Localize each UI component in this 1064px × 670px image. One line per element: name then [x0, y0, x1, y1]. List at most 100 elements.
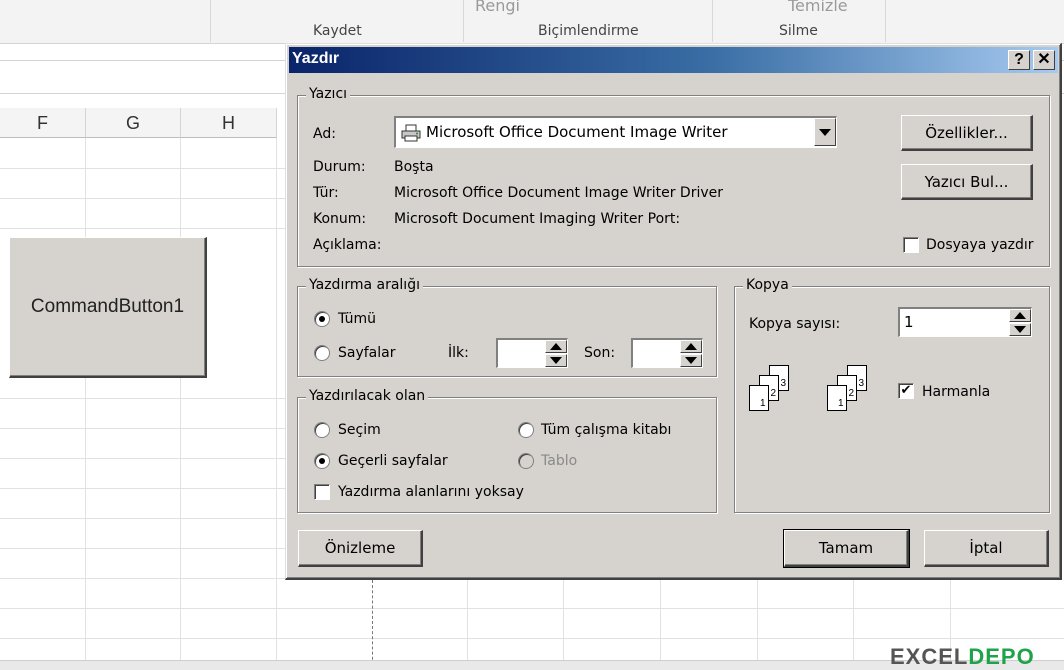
close-button[interactable]: ✕	[1033, 50, 1055, 70]
page-break-line	[372, 580, 373, 670]
gridline	[290, 638, 1064, 639]
collate-pages-icon-2: 3 2 1	[827, 365, 877, 421]
ribbon-separator	[210, 0, 211, 42]
range-to-spinner[interactable]	[631, 338, 703, 368]
range-from-spin-buttons[interactable]	[545, 340, 567, 367]
print-range-legend: Yazdırma aralığı	[306, 277, 423, 293]
copies-count-value[interactable]: 1	[904, 313, 914, 331]
page-number: 3	[780, 378, 786, 389]
range-pages-label: Sayfalar	[338, 345, 396, 361]
printer-location-label: Konum:	[313, 211, 367, 227]
command-button-1[interactable]: CommandButton1	[9, 237, 207, 378]
page-number: 1	[760, 398, 766, 409]
cancel-button[interactable]: İptal	[924, 530, 1049, 567]
gridline	[0, 548, 290, 549]
column-header-f[interactable]: F	[0, 108, 86, 138]
printer-type-value: Microsoft Office Document Image Writer D…	[394, 185, 723, 201]
gridline	[0, 198, 290, 199]
gridline	[180, 138, 181, 660]
properties-button[interactable]: Özellikler...	[901, 115, 1033, 151]
dialog-title: Yazdır	[292, 50, 340, 67]
printer-status-label: Durum:	[313, 159, 366, 175]
ribbon-text-rengi[interactable]: Rengi	[475, 0, 520, 15]
gridline	[0, 488, 290, 489]
ribbon-separator	[712, 0, 713, 42]
gridline	[0, 638, 290, 639]
page-number: 2	[770, 388, 776, 399]
watermark-part1: EXCEL	[890, 644, 969, 669]
checkmark-icon: ✔	[900, 383, 912, 398]
copies-legend: Kopya	[743, 277, 792, 293]
column-header-h[interactable]: H	[181, 108, 277, 138]
range-from-label: İlk:	[448, 345, 469, 361]
range-to-down-icon[interactable]	[680, 354, 702, 367]
print-active-sheets-label: Geçerli sayfalar	[338, 453, 448, 469]
copies-count-spin-buttons[interactable]	[1009, 309, 1031, 336]
ribbon-separator	[885, 0, 886, 42]
watermark-logo: EXCELDEPO	[890, 644, 1035, 670]
gridline	[0, 428, 290, 429]
print-entire-workbook-radio[interactable]	[518, 422, 534, 438]
ok-button[interactable]: Tamam	[783, 529, 910, 568]
ribbon-text-temizle[interactable]: Temizle	[788, 0, 848, 15]
range-to-up-icon[interactable]	[680, 340, 702, 353]
gridline	[0, 398, 290, 399]
gridline	[85, 138, 86, 660]
page-number: 3	[858, 378, 864, 389]
gridline	[0, 608, 290, 609]
copies-count-label: Kopya sayısı:	[749, 316, 841, 332]
print-selection-label: Seçim	[338, 422, 381, 438]
copies-down-icon[interactable]	[1009, 323, 1031, 336]
printer-group: Yazıcı Ad: Microsoft Office Document Ima…	[297, 86, 1050, 267]
gridline	[757, 580, 758, 660]
printer-type-label: Tür:	[313, 185, 339, 201]
print-range-group: Yazdırma aralığı Tümü Sayfalar İlk: Son:	[297, 277, 717, 377]
find-printer-button[interactable]: Yazıcı Bul...	[901, 164, 1033, 200]
close-icon: ✕	[1037, 51, 1051, 68]
ribbon-group-silme: Silme	[779, 23, 818, 39]
preview-button[interactable]: Önizleme	[298, 530, 423, 567]
help-button[interactable]: ?	[1008, 50, 1030, 70]
range-all-label: Tümü	[338, 311, 377, 327]
print-active-sheets-radio[interactable]	[314, 453, 330, 469]
printer-status-value: Boşta	[394, 159, 434, 175]
print-what-legend: Yazdırılacak olan	[306, 388, 429, 404]
ribbon-group-kaydet: Kaydet	[313, 23, 362, 39]
gridline	[0, 578, 290, 579]
copies-count-spinner[interactable]: 1	[898, 307, 1032, 337]
gridline	[0, 458, 290, 459]
print-to-file-checkbox[interactable]	[903, 237, 919, 253]
range-to-label: Son:	[584, 345, 616, 361]
gridline	[660, 580, 661, 660]
printer-select[interactable]: Microsoft Office Document Image Writer	[394, 116, 837, 148]
ribbon: Rengi Temizle Kaydet Biçimlendirme Silme	[0, 0, 1064, 44]
print-what-group: Yazdırılacak olan Seçim Tüm çalışma kita…	[297, 388, 717, 513]
chevron-down-icon	[819, 128, 831, 136]
ribbon-group-bicimlendirme: Biçimlendirme	[538, 23, 639, 39]
ignore-print-areas-label: Yazdırma alanlarını yoksay	[338, 484, 524, 500]
ignore-print-areas-checkbox[interactable]	[314, 484, 330, 500]
range-from-down-icon[interactable]	[545, 354, 567, 367]
print-selection-radio[interactable]	[314, 422, 330, 438]
range-to-spin-buttons[interactable]	[680, 340, 702, 367]
dialog-titlebar[interactable]: Yazdır ? ✕	[289, 47, 1058, 73]
printer-group-legend: Yazıcı	[306, 86, 351, 102]
page-number: 2	[848, 388, 854, 399]
gridline	[467, 580, 468, 660]
column-header-g[interactable]: G	[86, 108, 181, 138]
gridline	[0, 518, 290, 519]
page-icon: 1	[749, 385, 769, 411]
range-from-up-icon[interactable]	[545, 340, 567, 353]
print-to-file-label: Dosyaya yazdır	[926, 237, 1034, 253]
gridline	[0, 168, 290, 169]
collate-checkbox[interactable]: ✔	[898, 383, 914, 399]
print-table-radio[interactable]	[518, 453, 534, 469]
range-pages-radio[interactable]	[314, 345, 330, 361]
range-all-radio[interactable]	[314, 311, 330, 327]
gridline	[853, 580, 854, 660]
collate-label: Harmanla	[922, 384, 991, 400]
printer-select-value: Microsoft Office Document Image Writer	[426, 123, 728, 141]
copies-up-icon[interactable]	[1009, 309, 1031, 322]
range-from-spinner[interactable]	[496, 338, 568, 368]
printer-select-arrow[interactable]	[814, 118, 836, 146]
